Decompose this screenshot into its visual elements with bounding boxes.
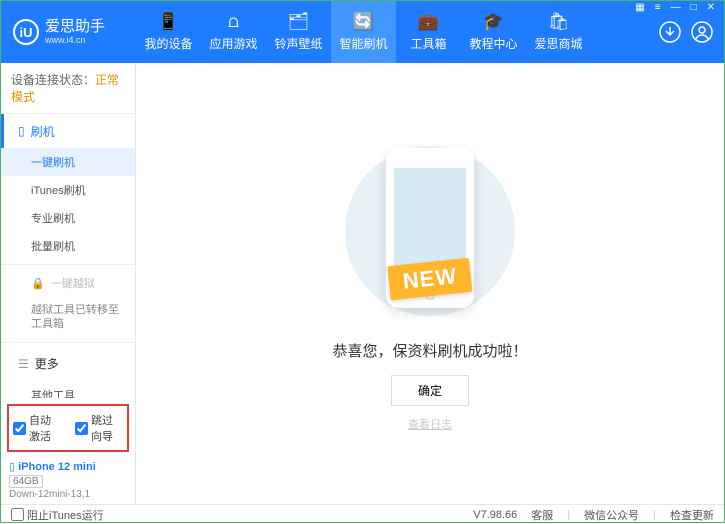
sidebar-tab-flash[interactable]: ▯ 刷机 [1, 114, 135, 148]
phone-icon: 📱 [158, 12, 179, 32]
toolbox-icon: 💼 [418, 12, 439, 32]
sidebar-item-pro-flash[interactable]: 专业刷机 [1, 204, 135, 232]
close-icon[interactable]: ✕ [705, 2, 717, 13]
app-name: 爱思助手 [45, 19, 105, 36]
nav-store[interactable]: 🛍爱思商城 [526, 1, 591, 63]
sidebar-tab-more[interactable]: ☰ 更多 [1, 347, 135, 381]
phone-small-icon: ▯ [18, 124, 25, 138]
connected-device[interactable]: ▯ iPhone 12 mini 64GB Down-12mini-13,1 [1, 456, 135, 504]
menu-icon: ☰ [18, 357, 29, 371]
top-nav: 📱我的设备 ⩍应用游戏 🗂铃声壁纸 🔄智能刷机 💼工具箱 🎓教程中心 🛍爱思商城 [136, 1, 624, 63]
download-icon[interactable] [658, 20, 682, 44]
maximize-icon[interactable]: □ [689, 2, 699, 13]
main-content: NEW 恭喜您，保资料刷机成功啦！ 确定 查看日志 [136, 63, 724, 504]
store-icon: 🛍 [548, 12, 570, 32]
version-label: V7.98.66 [473, 509, 517, 521]
tutorial-icon: 🎓 [483, 12, 504, 32]
footer: 阻止iTunes运行 V7.98.66 客服 | 微信公众号 | 检查更新 [1, 504, 724, 524]
device-capacity: 64GB [9, 475, 43, 488]
lock-icon: 🔒 [31, 277, 45, 290]
ok-button[interactable]: 确定 [391, 375, 469, 406]
skin-icon[interactable]: ≡ [653, 2, 663, 13]
view-log-link[interactable]: 查看日志 [408, 416, 452, 432]
device-status: 设备连接状态：正常模式 [1, 63, 135, 114]
checkbox-block-itunes[interactable]: 阻止iTunes运行 [11, 507, 104, 523]
sidebar-item-other-tools[interactable]: 其他工具 [1, 381, 135, 398]
nav-apps-games[interactable]: ⩍应用游戏 [201, 1, 266, 63]
success-message: 恭喜您，保资料刷机成功啦！ [332, 340, 527, 361]
app-url: www.i4.cn [45, 35, 105, 45]
nav-toolbox[interactable]: 💼工具箱 [396, 1, 461, 63]
sidebar-item-itunes-flash[interactable]: iTunes刷机 [1, 176, 135, 204]
nav-my-device[interactable]: 📱我的设备 [136, 1, 201, 63]
sidebar-item-jailbreak: 🔒 一键越狱 [1, 269, 135, 297]
flash-options: 自动激活 跳过向导 [7, 404, 129, 452]
checkbox-skip-guide[interactable]: 跳过向导 [75, 412, 123, 444]
logo-area: iU 爱思助手 www.i4.cn [1, 1, 136, 63]
success-illustration: NEW [325, 136, 535, 326]
jailbreak-note: 越狱工具已转移至 工具箱 [1, 297, 135, 338]
settings-icon[interactable]: ▦ [633, 2, 646, 13]
device-name: iPhone 12 mini [18, 461, 96, 473]
nav-smart-flash[interactable]: 🔄智能刷机 [331, 1, 396, 63]
nav-tutorials[interactable]: 🎓教程中心 [461, 1, 526, 63]
wallpaper-icon: 🗂 [288, 12, 310, 32]
device-desc: Down-12mini-13,1 [9, 489, 90, 500]
flash-icon: 🔄 [353, 12, 374, 32]
footer-wechat[interactable]: 微信公众号 [584, 507, 639, 523]
nav-ringtone-wallpaper[interactable]: 🗂铃声壁纸 [266, 1, 331, 63]
window-controls: ▦ ≡ — □ ✕ [633, 2, 717, 13]
sidebar-item-onekey-flash[interactable]: 一键刷机 [1, 148, 135, 176]
user-icon[interactable] [690, 20, 714, 44]
logo-icon: iU [13, 19, 39, 45]
checkbox-auto-activate[interactable]: 自动激活 [13, 412, 61, 444]
apps-icon: ⩍ [228, 12, 239, 32]
footer-service[interactable]: 客服 [531, 507, 553, 523]
footer-check-update[interactable]: 检查更新 [670, 507, 714, 523]
sidebar: 设备连接状态：正常模式 ▯ 刷机 一键刷机 iTunes刷机 专业刷机 批量刷机… [1, 63, 136, 504]
sidebar-item-batch-flash[interactable]: 批量刷机 [1, 232, 135, 260]
minimize-icon[interactable]: — [669, 2, 683, 13]
app-header: iU 爱思助手 www.i4.cn 📱我的设备 ⩍应用游戏 🗂铃声壁纸 🔄智能刷… [1, 1, 724, 63]
